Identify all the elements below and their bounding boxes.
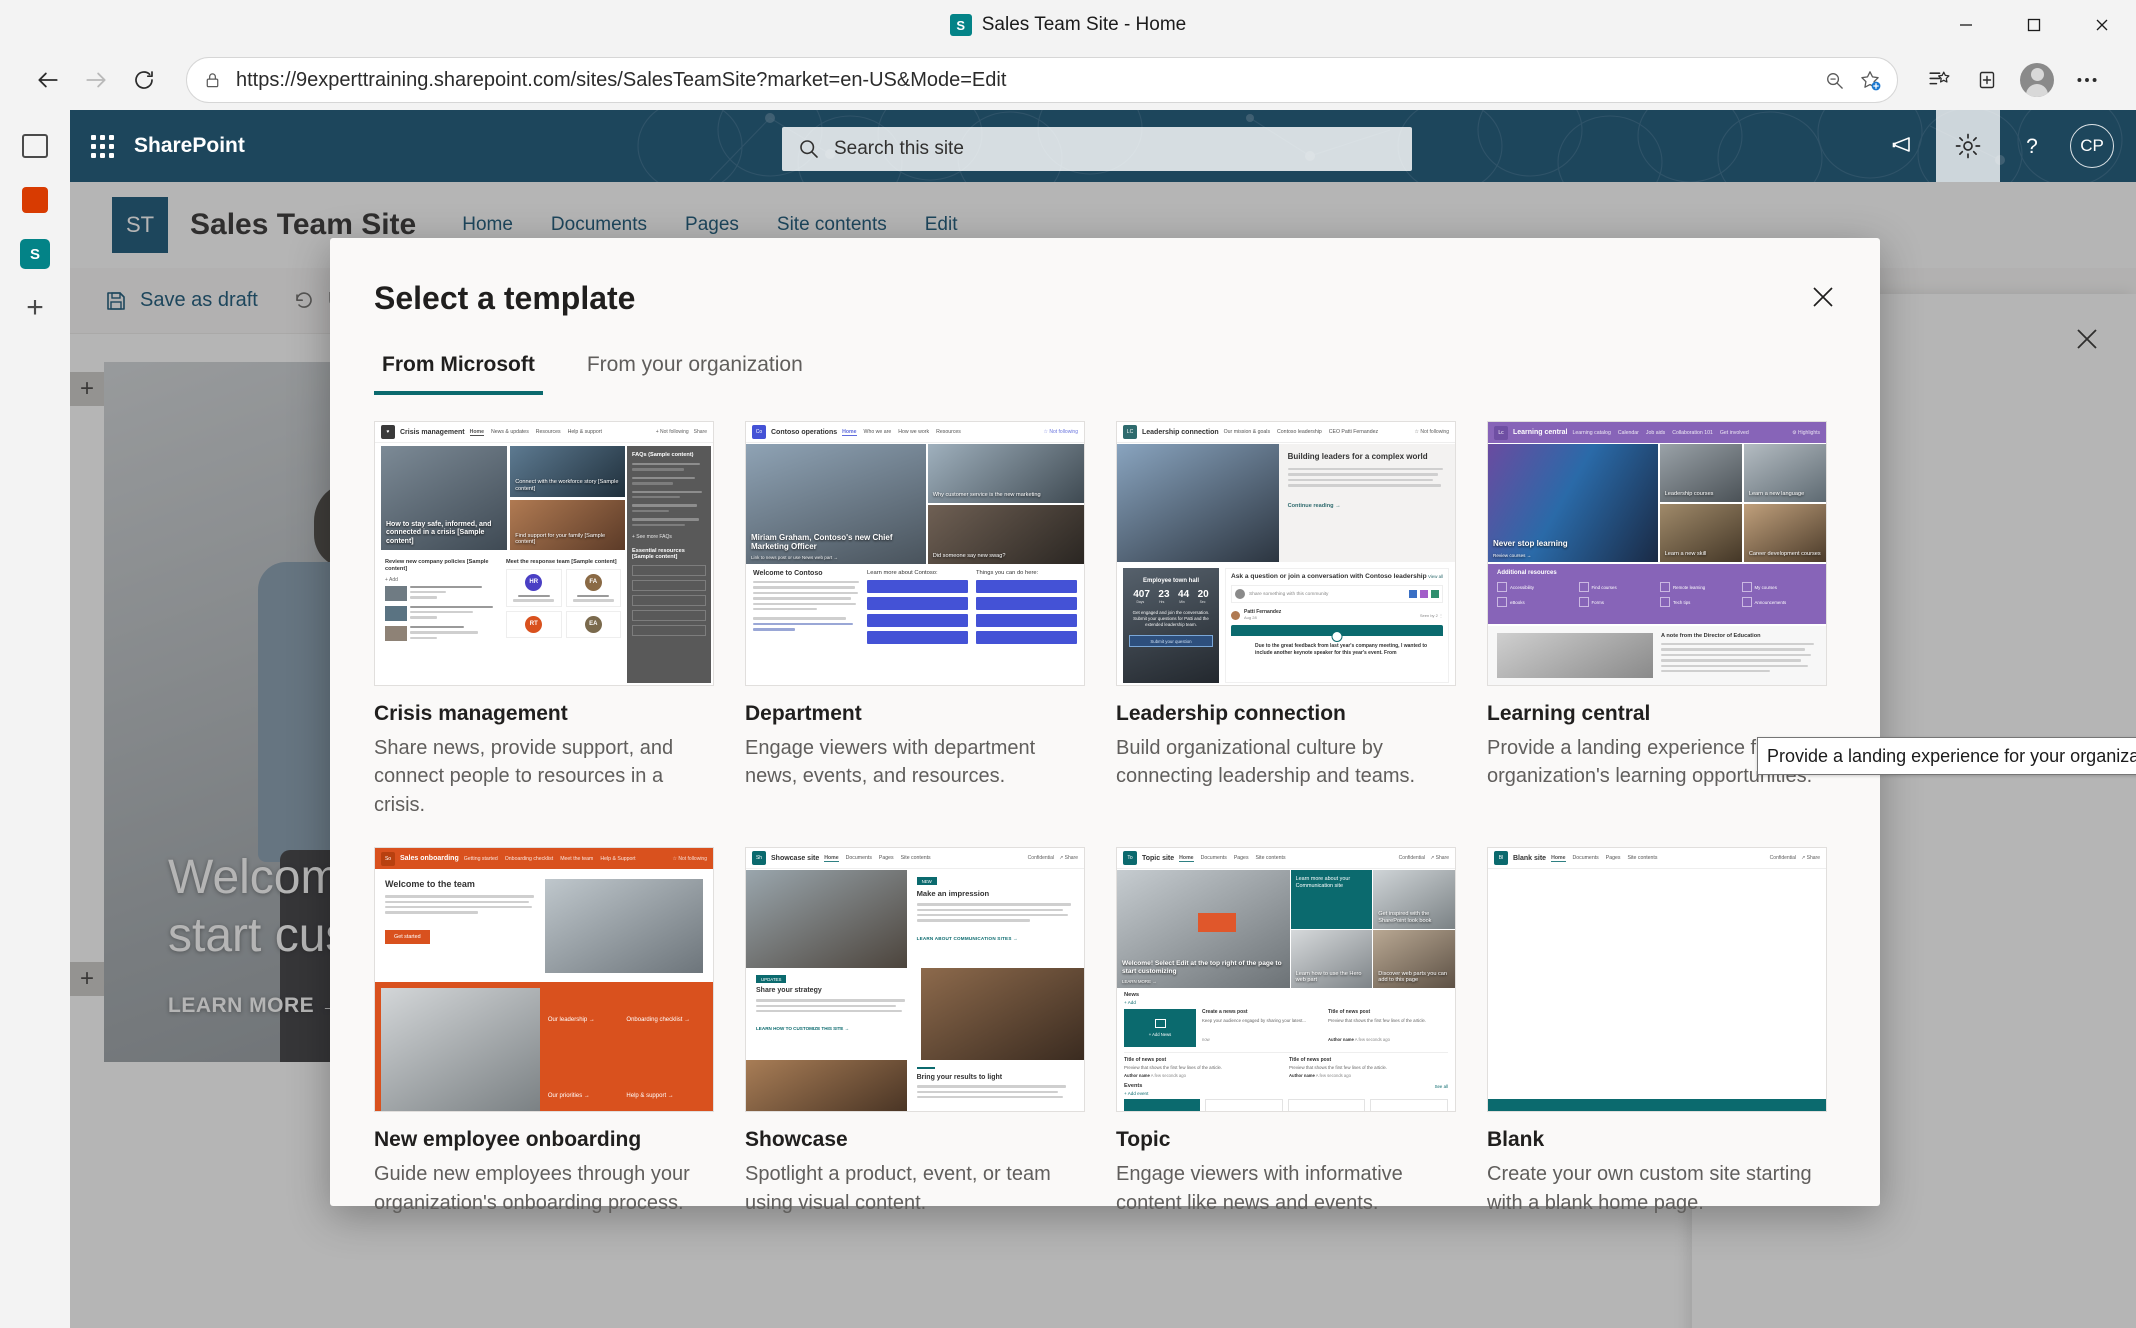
template-description: Spotlight a product, event, or team usin…	[745, 1163, 1051, 1214]
template-thumbnail[interactable]: To Topic site Home Documents Pages Site con…	[1116, 847, 1456, 1113]
sharepoint-favicon-icon: S	[949, 14, 972, 36]
template-card-showcase[interactable]: Sh Showcase site Home Documents Pages Site …	[745, 847, 1085, 1217]
template-card-crisis-management[interactable]: ♥ Crisis management Home News & updates Re…	[374, 421, 714, 819]
suite-actions: ? CP	[1872, 110, 2136, 182]
active-tab[interactable]: S Sales Team Site - Home	[949, 14, 1187, 36]
zoom-icon[interactable]	[1824, 70, 1845, 91]
browser-titlebar: S Sales Team Site - Home	[0, 0, 2136, 50]
template-name: Department	[745, 702, 862, 725]
template-description: Build organizational culture by connecti…	[1116, 737, 1416, 788]
add-favorite-icon[interactable]	[1859, 69, 1881, 91]
template-tooltip: Provide a landing experience for your or…	[1757, 737, 2136, 775]
minimize-icon[interactable]	[1932, 0, 2000, 50]
template-thumbnail[interactable]: ♥ Crisis management Home News & updates Re…	[374, 421, 714, 686]
sharepoint-app-icon[interactable]: S	[13, 232, 57, 276]
template-description: Create your own custom site starting wit…	[1487, 1163, 1812, 1214]
help-icon[interactable]: ?	[2000, 110, 2064, 182]
template-description: Share news, provide support, and connect…	[374, 737, 674, 816]
template-thumbnail[interactable]: Sh Showcase site Home Documents Pages Site …	[745, 847, 1085, 1113]
user-avatar[interactable]: CP	[2070, 124, 2114, 168]
search-placeholder: Search this site	[834, 138, 964, 159]
megaphone-icon[interactable]	[1872, 110, 1936, 182]
browser-toolbar: https://9experttraining.sharepoint.com/s…	[0, 50, 2136, 110]
gear-icon[interactable]	[1936, 110, 2000, 182]
close-icon[interactable]	[2068, 0, 2136, 50]
template-name: Leadership connection	[1116, 702, 1346, 725]
template-description: Guide new employees through your organiz…	[374, 1163, 690, 1214]
browser-window: S Sales Team Site - Home https://9expert…	[0, 0, 2136, 1328]
window-controls	[1932, 0, 2136, 50]
profile-avatar[interactable]	[2012, 56, 2062, 104]
tab-from-your-organization[interactable]: From your organization	[579, 347, 811, 395]
sharepoint-brand[interactable]: SharePoint	[134, 134, 269, 158]
template-name: Showcase	[745, 1128, 848, 1152]
template-name: New employee onboarding	[374, 1128, 642, 1152]
forward-icon	[72, 56, 120, 104]
template-name: Topic	[1116, 1128, 1171, 1152]
office-icon[interactable]	[13, 178, 57, 222]
app-launcher-button[interactable]	[70, 110, 134, 182]
url-text: https://9experttraining.sharepoint.com/s…	[236, 68, 1007, 91]
template-name: Crisis management	[374, 702, 568, 725]
template-grid: ♥ Crisis management Home News & updates Re…	[330, 395, 1880, 1217]
tab-from-microsoft[interactable]: From Microsoft	[374, 347, 543, 395]
tab-title: Sales Team Site - Home	[981, 14, 1187, 35]
search-input[interactable]: Search this site	[782, 127, 1412, 171]
address-bar[interactable]: https://9experttraining.sharepoint.com/s…	[186, 57, 1898, 103]
template-thumbnail[interactable]: LC Leadership connection Our mission & g…	[1116, 421, 1456, 686]
template-card-leadership-connection[interactable]: LC Leadership connection Our mission & g…	[1116, 421, 1456, 819]
template-card-department[interactable]: Co Contoso operations Home Who we are How …	[745, 421, 1085, 819]
task-view-icon[interactable]	[13, 124, 57, 168]
svg-text:?: ?	[2026, 135, 2038, 158]
search-icon	[800, 140, 818, 158]
maximize-icon[interactable]	[2000, 0, 2068, 50]
template-card-topic[interactable]: To Topic site Home Documents Pages Site con…	[1116, 847, 1456, 1217]
add-icon[interactable]: +	[13, 286, 57, 330]
template-card-new-employee-onboarding[interactable]: So Sales onboarding Getting started Onboa…	[374, 847, 714, 1217]
template-name: Learning central	[1487, 702, 1651, 725]
template-thumbnail[interactable]: Co Contoso operations Home Who we are How …	[745, 421, 1085, 686]
site-information-icon[interactable]	[203, 71, 222, 90]
template-thumbnail[interactable]: Lc Learning central Learning catalog Cale…	[1487, 421, 1827, 686]
dialog-tabs: From Microsoft From your organization	[330, 347, 1880, 395]
favorites-icon[interactable]	[1912, 56, 1962, 104]
template-description: Engage viewers with informative content …	[1116, 1163, 1403, 1214]
dialog-title: Select a template	[374, 280, 636, 316]
template-thumbnail[interactable]: Bl Blank site Home Documents Pages Site con…	[1487, 847, 1827, 1113]
template-name: Blank	[1487, 1128, 1545, 1152]
dialog-close-icon[interactable]	[1800, 274, 1846, 320]
collections-icon[interactable]	[1962, 56, 2012, 104]
template-thumbnail[interactable]: So Sales onboarding Getting started Onboa…	[374, 847, 714, 1113]
settings-and-more-icon[interactable]	[2062, 56, 2112, 104]
template-description: Engage viewers with department news, eve…	[745, 737, 1036, 788]
refresh-icon[interactable]	[120, 56, 168, 104]
template-card-blank[interactable]: Bl Blank site Home Documents Pages Site con…	[1487, 847, 1827, 1217]
os-taskbar-rail: S +	[0, 110, 70, 1328]
select-template-dialog: Select a template From Microsoft From yo…	[330, 238, 1880, 1214]
dialog-header: Select a template	[330, 238, 1880, 317]
back-icon[interactable]	[24, 56, 72, 104]
